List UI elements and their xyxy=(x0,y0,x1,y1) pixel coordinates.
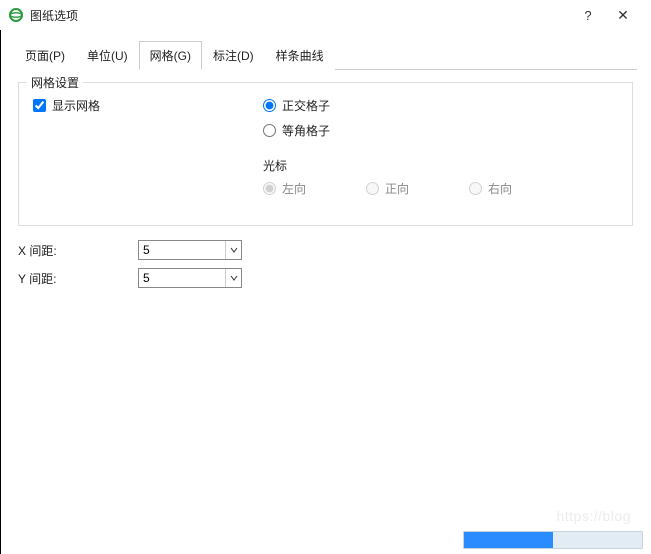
tab-annotation[interactable]: 标注(D) xyxy=(202,41,265,70)
isometric-input[interactable] xyxy=(263,124,276,137)
tab-spline[interactable]: 样条曲线 xyxy=(265,41,335,70)
show-grid-input[interactable] xyxy=(33,99,46,112)
close-button[interactable]: ✕ xyxy=(603,0,643,30)
cursor-right-radio: 右向 xyxy=(469,180,512,197)
show-grid-checkbox[interactable]: 显示网格 xyxy=(33,97,263,114)
cursor-forward-radio: 正向 xyxy=(366,180,409,197)
cursor-left-radio: 左向 xyxy=(263,180,306,197)
chevron-down-icon xyxy=(230,246,238,254)
watermark: https://blog xyxy=(557,508,632,524)
tab-strip: 页面(P) 单位(U) 网格(G) 标注(D) 样条曲线 xyxy=(14,40,637,70)
cursor-left-label: 左向 xyxy=(282,180,306,197)
tab-unit[interactable]: 单位(U) xyxy=(76,41,139,70)
cursor-options: 左向 正向 右向 xyxy=(263,180,618,205)
cursor-left-input xyxy=(263,182,276,195)
close-icon: ✕ xyxy=(617,7,629,24)
orthogonal-label: 正交格子 xyxy=(282,97,330,114)
tab-page[interactable]: 页面(P) xyxy=(14,41,76,70)
y-spacing-label: Y 间距: xyxy=(18,270,138,287)
grid-settings-group: 网格设置 显示网格 正交格子 等角格子 xyxy=(18,82,633,226)
cursor-right-input xyxy=(469,182,482,195)
cursor-heading: 光标 xyxy=(263,157,618,174)
x-spacing-label: X 间距: xyxy=(18,242,138,259)
y-spacing-dropdown-button[interactable] xyxy=(225,269,241,287)
x-spacing-row: X 间距: 5 xyxy=(18,240,633,260)
y-spacing-value: 5 xyxy=(139,271,225,285)
y-spacing-row: Y 间距: 5 xyxy=(18,268,633,288)
orthogonal-input[interactable] xyxy=(263,99,276,112)
cursor-forward-input xyxy=(366,182,379,195)
isometric-label: 等角格子 xyxy=(282,122,330,139)
x-spacing-dropdown-button[interactable] xyxy=(225,241,241,259)
cursor-right-label: 右向 xyxy=(488,180,512,197)
grid-tabpanel: 网格设置 显示网格 正交格子 等角格子 xyxy=(14,70,637,304)
content-area: 页面(P) 单位(U) 网格(G) 标注(D) 样条曲线 网格设置 显示网格 正… xyxy=(0,30,651,304)
show-grid-label: 显示网格 xyxy=(52,97,100,114)
app-icon xyxy=(8,7,24,23)
window-border xyxy=(0,30,1,554)
x-spacing-combo[interactable]: 5 xyxy=(138,240,242,260)
grid-settings-legend: 网格设置 xyxy=(27,74,83,91)
titlebar: 图纸选项 ? ✕ xyxy=(0,0,651,30)
progress-indicator xyxy=(463,531,643,549)
cursor-forward-label: 正向 xyxy=(385,180,409,197)
help-button[interactable]: ? xyxy=(573,0,603,30)
orthogonal-radio[interactable]: 正交格子 xyxy=(263,97,618,114)
window-title: 图纸选项 xyxy=(30,7,573,24)
isometric-radio[interactable]: 等角格子 xyxy=(263,122,618,139)
tab-grid[interactable]: 网格(G) xyxy=(139,41,202,70)
y-spacing-combo[interactable]: 5 xyxy=(138,268,242,288)
x-spacing-value: 5 xyxy=(139,243,225,257)
chevron-down-icon xyxy=(230,274,238,282)
footer-bar xyxy=(0,526,651,554)
